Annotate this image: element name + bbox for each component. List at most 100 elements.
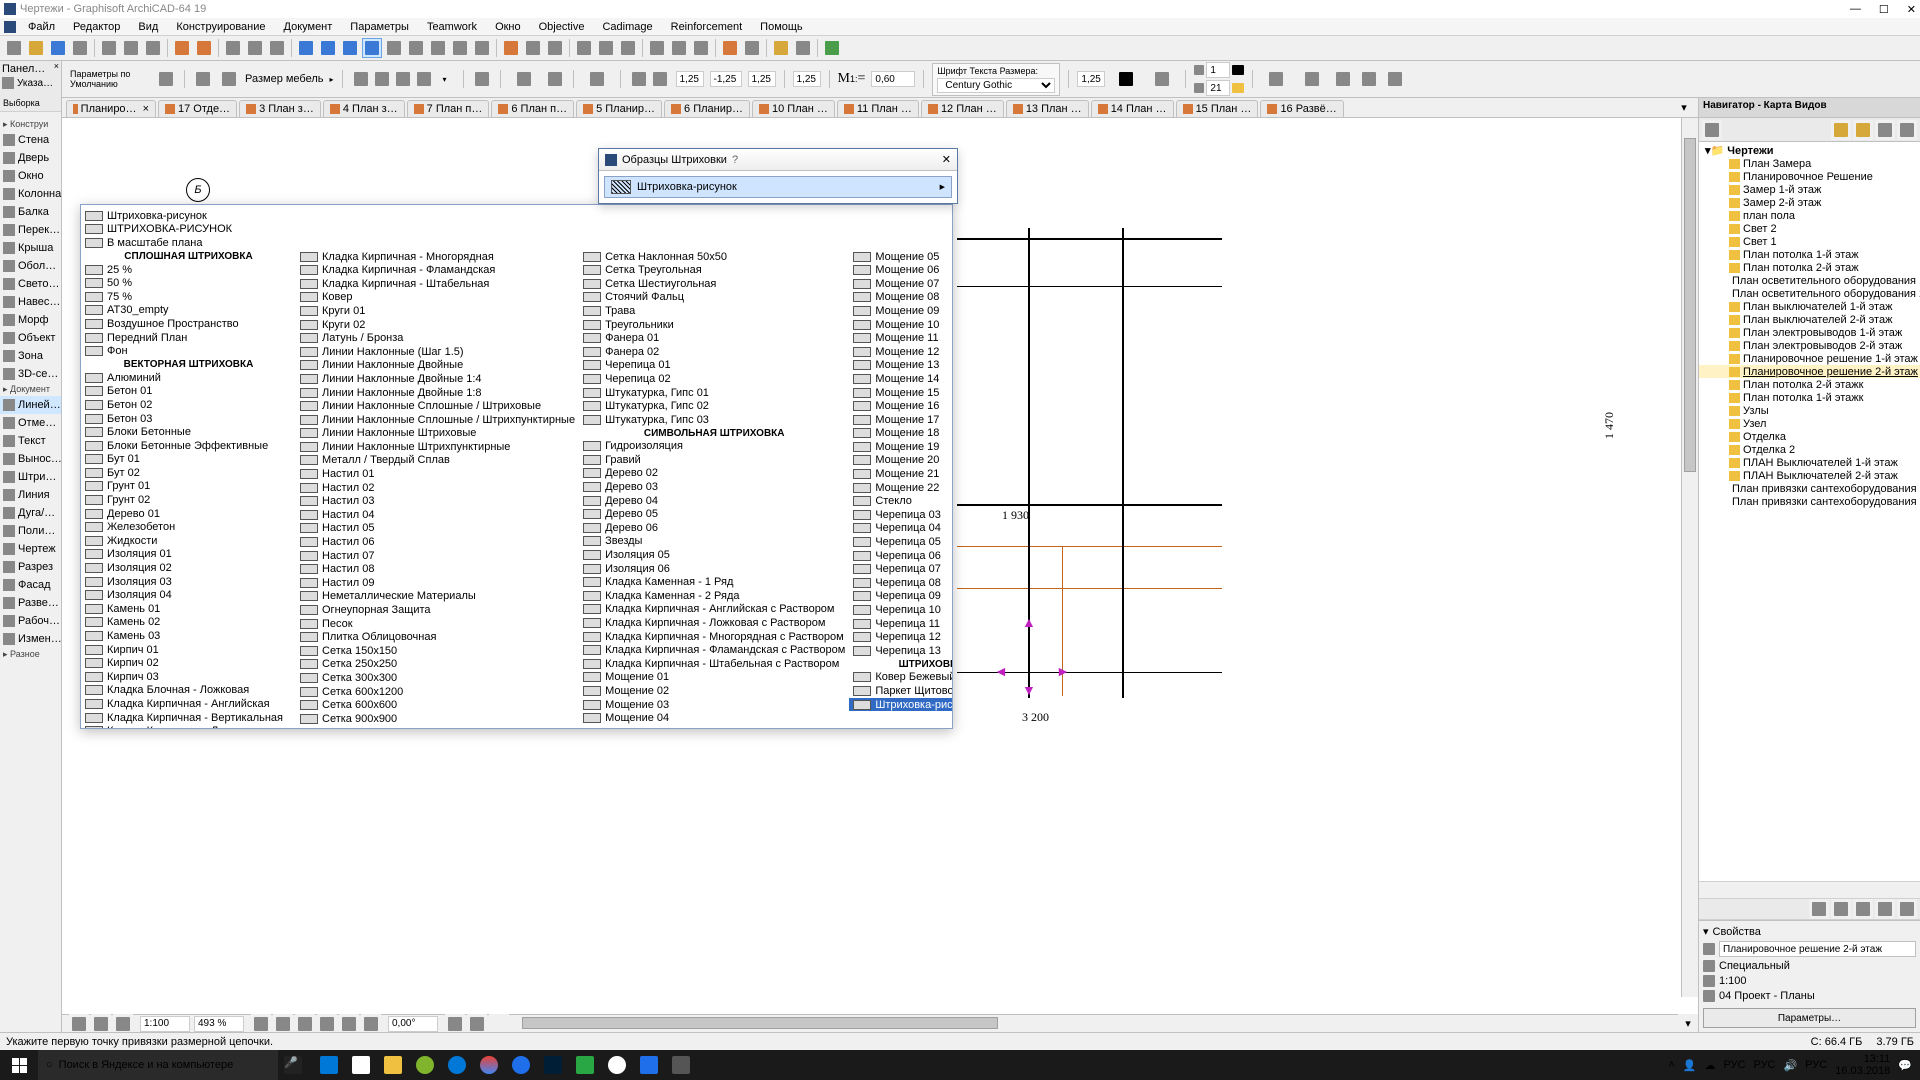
tree-root[interactable]: ▾📁Чертежи	[1699, 144, 1920, 157]
tb-undo[interactable]	[172, 38, 192, 58]
tab-4[interactable]: 7 План п…	[407, 100, 490, 117]
hatch-item[interactable]: Латунь / Бронза	[296, 331, 579, 345]
menu-window[interactable]: Окно	[487, 20, 529, 34]
hatch-item[interactable]: Бут 02	[81, 466, 296, 480]
vb-b3[interactable]	[113, 1014, 133, 1033]
tray-people-icon[interactable]: 👤	[1683, 1059, 1697, 1072]
tb-trace3[interactable]	[742, 38, 762, 58]
tb-archicad[interactable]	[666, 1050, 696, 1080]
vb-z5[interactable]	[339, 1014, 359, 1033]
hatch-item[interactable]: Неметаллические Материалы	[296, 590, 579, 604]
tb-save[interactable]	[48, 38, 68, 58]
hatch-item[interactable]: Настил 03	[296, 494, 579, 508]
hatch-item[interactable]: Ковер	[296, 291, 579, 305]
tb-recycle[interactable]	[570, 1050, 600, 1080]
hatch-item[interactable]: Кладка Кирпичная - Ложковая с Раствором	[579, 616, 849, 630]
tray-lang2[interactable]: РУС	[1753, 1059, 1775, 1071]
tree-item[interactable]: План потолка 1-й этажк	[1699, 391, 1920, 404]
tb-ext[interactable]	[545, 38, 565, 58]
vb-angle[interactable]: 0,00°	[388, 1016, 438, 1032]
hatch-item[interactable]: Черепица 07	[849, 562, 953, 576]
tray-cloud-icon[interactable]: ☁	[1704, 1059, 1715, 1072]
settings-button[interactable]: Параметры…	[1703, 1008, 1916, 1028]
tree-item[interactable]: план пола	[1699, 209, 1920, 222]
toolbox-item[interactable]: Рабоч…	[0, 612, 61, 630]
tb-mail[interactable]	[314, 1050, 344, 1080]
toolbox-item[interactable]: Свето…	[0, 275, 61, 293]
menu-help[interactable]: Помощь	[752, 20, 811, 34]
menu-teamwork[interactable]: Teamwork	[419, 20, 485, 34]
hatch-item[interactable]: Изоляция 01	[81, 548, 296, 562]
menu-objective[interactable]: Objective	[531, 20, 593, 34]
ib-arr1[interactable]	[629, 69, 649, 89]
toolbox-item[interactable]: Разрез	[0, 558, 61, 576]
tab-2[interactable]: 3 План з…	[239, 100, 321, 117]
vb-a1[interactable]	[445, 1014, 465, 1033]
tree-item[interactable]: План потолка 1-й этаж	[1699, 248, 1920, 261]
ib-g3[interactable]: 21	[1206, 80, 1230, 96]
nav-tb-pub[interactable]	[1897, 120, 1917, 140]
tab-7[interactable]: 6 Планир…	[664, 100, 750, 117]
hatch-item[interactable]: Грунт 01	[81, 480, 296, 494]
hatch-item[interactable]: Мощение 20	[849, 454, 953, 468]
tree-item[interactable]: Отделка	[1699, 430, 1920, 443]
tb-copy[interactable]	[121, 38, 141, 58]
hatch-item[interactable]: Мощение 12	[849, 345, 953, 359]
hatch-item[interactable]: Кладка Кирпичная - Ложковая	[81, 724, 296, 729]
hatch-item[interactable]: Штриховка-рисунок	[81, 209, 952, 223]
ib-weight[interactable]	[1147, 69, 1177, 89]
tree-item[interactable]: План Замера	[1699, 157, 1920, 170]
hatch-item[interactable]: Жидкости	[81, 534, 296, 548]
hatch-selected-field[interactable]: Штриховка-рисунок ▶	[604, 176, 952, 198]
tree-item[interactable]: План электровыводов 1-й этаж	[1699, 326, 1920, 339]
hatch-item[interactable]: Черепица 09	[849, 590, 953, 604]
hatch-item[interactable]: Камень 02	[81, 616, 296, 630]
toolbox-item[interactable]: Поли…	[0, 522, 61, 540]
hatch-item[interactable]: Треугольники	[579, 318, 849, 332]
scrollbar-horizontal[interactable]	[492, 1015, 1681, 1032]
hatch-item[interactable]: Настил 01	[296, 467, 579, 481]
hatch-item[interactable]: Кладка Кирпичная - Многорядная	[296, 250, 579, 264]
ib-num4[interactable]: 1,25	[793, 71, 821, 87]
tb-store[interactable]	[346, 1050, 376, 1080]
ib-num5[interactable]: 1,25	[1077, 71, 1105, 87]
menu-reinforcement[interactable]: Reinforcement	[663, 20, 751, 34]
tab-12[interactable]: 14 План …	[1091, 100, 1174, 117]
hatch-item[interactable]: Круги 02	[296, 318, 579, 332]
hatch-item[interactable]: Мощение 17	[849, 413, 953, 427]
menu-file[interactable]: Файл	[20, 20, 63, 34]
hatch-item[interactable]: Мощение 08	[849, 291, 953, 305]
ib-dim5[interactable]: ▾	[435, 69, 455, 89]
hatch-item[interactable]: Штукатурка, Гипс 03	[579, 413, 849, 427]
ib-dim4[interactable]	[414, 69, 434, 89]
toolbox-item[interactable]: Окно	[0, 167, 61, 185]
nfa-2[interactable]	[1831, 899, 1851, 919]
hatch-item[interactable]: Настил 07	[296, 549, 579, 563]
toolbox-group[interactable]: ▸ Разное	[0, 648, 61, 661]
hatch-item[interactable]: Паркет Щитовой	[849, 684, 953, 698]
hatch-item[interactable]: Металл / Твердый Сплав	[296, 454, 579, 468]
tb-utorrent[interactable]	[410, 1050, 440, 1080]
hatch-item[interactable]: Мощение 15	[849, 386, 953, 400]
menu-view[interactable]: Вид	[130, 20, 166, 34]
hatch-item[interactable]: Бетон 02	[81, 398, 296, 412]
tree-item[interactable]: План привязки сантехоборудования 1-й эт	[1699, 482, 1920, 495]
hatch-item[interactable]: ШТРИХОВКА-РИСУНОК	[81, 223, 952, 237]
panel-close[interactable]: ×	[54, 61, 59, 71]
tab-14[interactable]: 16 Развё…	[1260, 100, 1343, 117]
hatch-item[interactable]: Мощение 14	[849, 372, 953, 386]
start-button[interactable]	[0, 1050, 38, 1080]
ib-num1[interactable]: 1,25	[676, 71, 704, 87]
tab-8[interactable]: 10 План …	[752, 100, 835, 117]
tb-snap1[interactable]	[296, 38, 316, 58]
toolbox-item[interactable]: Колонна	[0, 185, 61, 203]
ib-end1[interactable]	[1261, 69, 1291, 89]
vb-scale[interactable]: 1:100	[140, 1016, 190, 1032]
toolbox-item[interactable]: Крыша	[0, 239, 61, 257]
taskbar-search[interactable]: ○ Поиск в Яндексе и на компьютере	[38, 1050, 278, 1080]
toolbox-item[interactable]: Текст	[0, 432, 61, 450]
hatch-item[interactable]: Настил 04	[296, 508, 579, 522]
ib-end4[interactable]	[1359, 69, 1379, 89]
hatch-item[interactable]: Песок	[296, 617, 579, 631]
tree-item[interactable]: Узел	[1699, 417, 1920, 430]
